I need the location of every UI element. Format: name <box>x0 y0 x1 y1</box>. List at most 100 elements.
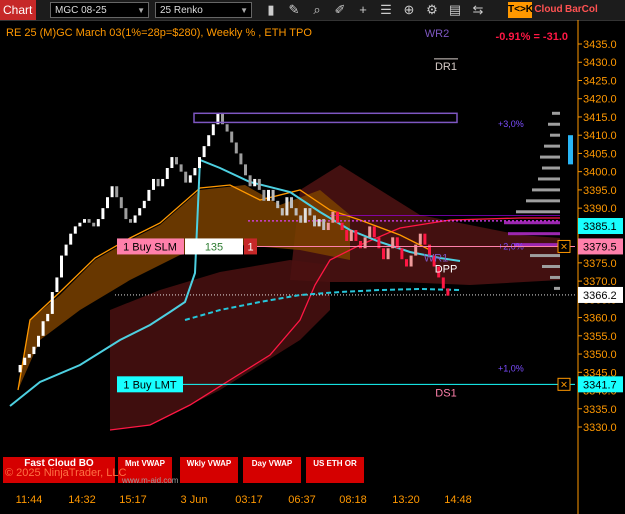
price-marker-label: 3379.5 <box>583 241 617 253</box>
weekly-vwap-button[interactable]: Wkly VWAP <box>180 457 238 483</box>
renko-bar <box>359 240 362 249</box>
close-icon[interactable]: × <box>560 239 567 253</box>
chart-title: RE 25 (M)GC March 03(1%=28p=$280), Weekl… <box>6 27 312 39</box>
price-marker-label: 3385.1 <box>583 221 617 233</box>
day-vwap-button[interactable]: Day VWAP <box>243 457 301 483</box>
renko-bar <box>184 171 188 183</box>
buy-slm-label[interactable]: 1 Buy SLM <box>123 241 177 253</box>
zoom-icon[interactable]: ⌕ <box>308 1 326 19</box>
renko-bar <box>230 131 234 143</box>
renko-bar <box>257 178 261 190</box>
chart-toolbar: Chart MGC 08-25 ▼ 25 Renko ▼ ▮ ✎ ⌕ ✐ + ☰… <box>0 0 625 21</box>
copyright-notice: © 2025 NinjaTrader, LLC <box>5 467 127 479</box>
renko-bar <box>239 153 243 165</box>
renko-bar <box>244 164 247 176</box>
price-tick-label: 3400.0 <box>583 167 617 179</box>
renko-bar <box>101 208 105 220</box>
price-tick-label: 3420.0 <box>583 94 617 106</box>
renko-bar <box>27 354 31 358</box>
time-tick-label: 14:32 <box>68 494 96 506</box>
instrument-value: MGC 08-25 <box>55 5 107 16</box>
vwap-percent-label: +1,0% <box>498 364 524 374</box>
renko-bar <box>37 335 40 347</box>
barcol-button[interactable]: BarCol <box>565 2 598 18</box>
bar-type-selector[interactable]: 25 Renko ▼ <box>155 2 252 18</box>
renko-bar <box>18 364 22 373</box>
price-axis[interactable]: 3330.03335.03340.03345.03350.03355.03360… <box>577 20 623 514</box>
renko-bar <box>290 197 293 209</box>
price-tick-label: 3405.0 <box>583 148 617 160</box>
buy-lmt-label[interactable]: 1 Buy LMT <box>123 379 176 391</box>
templates-icon[interactable]: ▤ <box>446 1 464 19</box>
renko-bar <box>96 219 100 227</box>
renko-bar <box>225 124 229 132</box>
renko-bar <box>46 313 50 322</box>
tpo-row <box>504 221 560 225</box>
time-tick-label: 15:17 <box>119 494 147 506</box>
attach-icon[interactable]: ⇆ <box>469 1 487 19</box>
us-eth-or-button[interactable]: US ETH OR <box>306 457 364 483</box>
tpo-row <box>550 275 560 279</box>
close-icon[interactable]: × <box>560 377 567 391</box>
renko-bar <box>262 189 266 201</box>
renko-bar <box>441 277 445 289</box>
renko-bar <box>423 233 427 245</box>
draw-tools-icon[interactable]: ✎ <box>285 1 303 19</box>
renko-bar <box>308 208 312 216</box>
tpo-row <box>554 286 560 290</box>
tok-button[interactable]: T<>K <box>508 2 533 18</box>
price-tick-label: 3410.0 <box>583 130 617 142</box>
tpo-row <box>508 232 560 236</box>
renko-bar <box>92 222 96 227</box>
time-axis[interactable]: 11:44 14:32 15:17 3 Jun 03:17 06:37 08:18 13:20… <box>16 494 472 506</box>
renko-bar <box>64 244 68 256</box>
renko-bar <box>202 146 206 158</box>
renko-bar <box>32 346 36 355</box>
renko-bar <box>119 197 123 209</box>
crosshair-icon[interactable]: + <box>354 1 372 19</box>
renko-bar <box>193 168 197 176</box>
indicators-icon[interactable]: ☰ <box>377 1 395 19</box>
drawing-toolbar-icon[interactable]: ✐ <box>331 1 349 19</box>
buy-slm-qty[interactable]: 135 <box>205 241 223 253</box>
renko-bar <box>253 178 257 187</box>
renko-bar <box>340 222 344 231</box>
renko-bar <box>299 215 303 223</box>
bearish-cloud-lower <box>110 260 330 430</box>
chart-tab[interactable]: Chart <box>0 0 36 20</box>
renko-bar <box>138 208 142 216</box>
level-label-wr2: WR2 <box>425 28 449 40</box>
tpo-row <box>530 254 560 258</box>
properties-icon[interactable]: ⚙ <box>423 1 441 19</box>
instrument-selector[interactable]: MGC 08-25 ▼ <box>50 2 149 18</box>
price-tick-label: 3375.0 <box>583 258 617 270</box>
price-chart[interactable]: DR1WR2WR1DPPDS1+3,0%+2,0%+1,0% 1 Buy SLM… <box>0 20 625 514</box>
renko-bar <box>248 175 252 187</box>
chevron-down-icon: ▼ <box>137 6 145 15</box>
renko-bar <box>386 248 390 260</box>
renko-bar <box>147 189 151 201</box>
price-tick-label: 3425.0 <box>583 75 617 87</box>
renko-bar <box>294 208 298 216</box>
renko-bar <box>322 219 326 231</box>
strategies-icon[interactable]: ⊕ <box>400 1 418 19</box>
level-label-dpp: DPP <box>435 263 458 275</box>
renko-bar <box>211 124 215 136</box>
tpo-row <box>542 265 560 269</box>
renko-bar <box>418 233 422 245</box>
time-tick-label: 3 Jun <box>181 494 208 506</box>
resistance-zone-box <box>193 112 458 124</box>
price-tick-label: 3390.0 <box>583 203 617 215</box>
buy-slm-count[interactable]: 1 <box>247 241 253 253</box>
price-marker-label: 3341.7 <box>583 379 617 391</box>
renko-bar <box>161 178 165 187</box>
price-tick-label: 3350.0 <box>583 349 617 361</box>
renko-bar <box>106 197 109 209</box>
renko-bar <box>331 211 335 223</box>
renko-bar <box>133 215 137 223</box>
bar-style-icon[interactable]: ▮ <box>262 1 280 19</box>
tpo-row <box>526 199 560 203</box>
price-tick-label: 3335.0 <box>583 404 617 416</box>
cloud-button[interactable]: Cloud <box>534 2 563 18</box>
renko-bar <box>372 226 376 238</box>
